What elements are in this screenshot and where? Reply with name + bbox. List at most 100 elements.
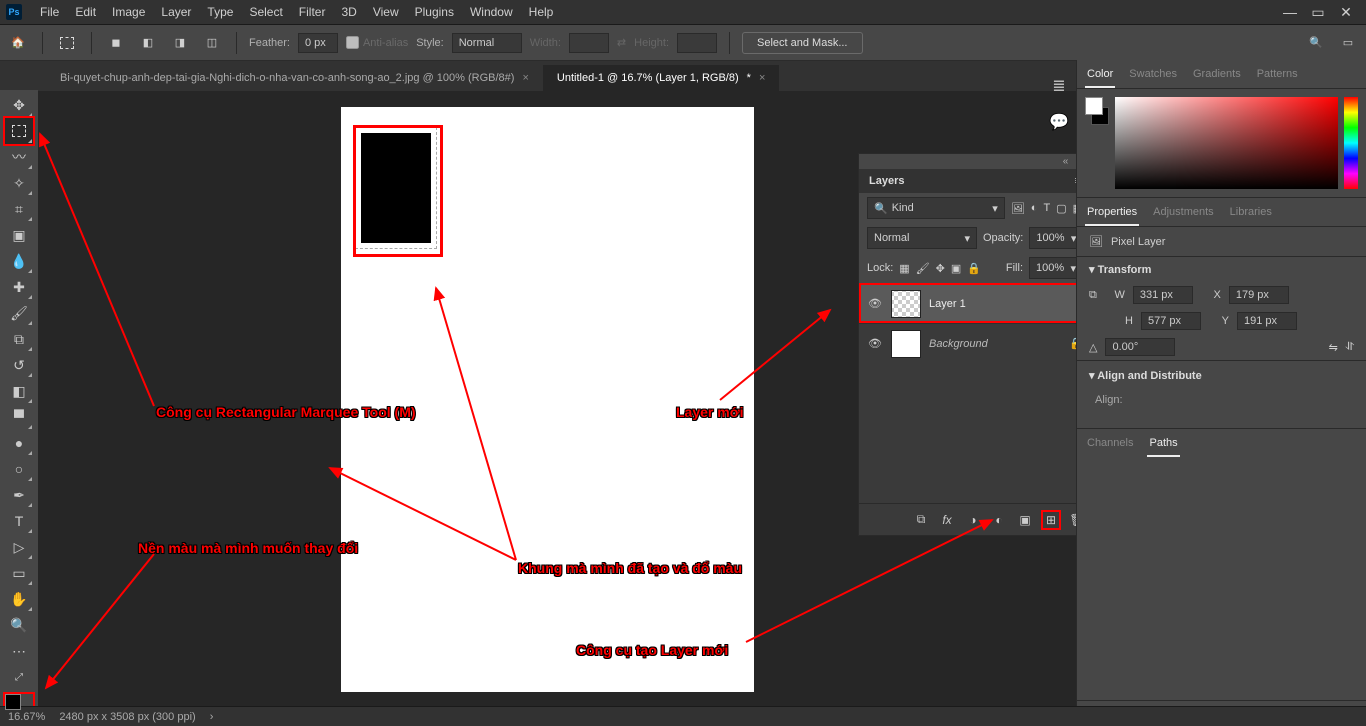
window-restore-icon[interactable]: ▭ (1304, 4, 1332, 21)
style-select[interactable]: Normal (452, 33, 522, 53)
tab-patterns[interactable]: Patterns (1255, 64, 1300, 88)
menu-edit[interactable]: Edit (67, 5, 104, 19)
layer-name[interactable]: Layer 1 (929, 298, 1083, 310)
edit-toolbar-icon[interactable]: ⋯ (5, 638, 33, 664)
filter-adjust-icon[interactable]: ◐ (1031, 202, 1038, 214)
home-icon[interactable]: 🏠 (6, 31, 30, 55)
select-and-mask-button[interactable]: Select and Mask... (742, 32, 863, 54)
zoom-tool-icon[interactable]: 🔍 (5, 612, 33, 638)
statusbar-more-icon[interactable]: › (210, 711, 214, 723)
lasso-tool-icon[interactable]: 〰 (5, 144, 33, 170)
feather-field[interactable]: 0 px (298, 33, 338, 53)
selection-subtract-icon[interactable]: ◨ (168, 31, 192, 55)
hue-slider[interactable] (1344, 97, 1358, 189)
move-tool-icon[interactable]: ✥ (5, 92, 33, 118)
lock-all-icon[interactable]: 🔒 (967, 262, 981, 275)
frame-tool-icon[interactable]: ▣ (5, 222, 33, 248)
history-brush-tool-icon[interactable]: ↺ (5, 352, 33, 378)
flip-h-icon[interactable]: ⇋ (1329, 341, 1338, 354)
link-wh-icon[interactable]: ⧉ (1089, 289, 1097, 302)
selection-add-icon[interactable]: ◧ (136, 31, 160, 55)
tab-color[interactable]: Color (1085, 64, 1115, 88)
lock-transparency-icon[interactable]: ▦ (899, 262, 909, 275)
angle-value[interactable]: 0.00° (1105, 338, 1175, 356)
visibility-icon[interactable]: 👁 (867, 297, 883, 310)
history-panel-icon[interactable]: ≣ (1052, 76, 1065, 96)
menu-image[interactable]: Image (104, 5, 153, 19)
search-icon[interactable]: 🔍 (1304, 31, 1328, 55)
lock-artboard-icon[interactable]: ▣ (951, 262, 961, 275)
menu-view[interactable]: View (365, 5, 407, 19)
filter-pixel-icon[interactable]: 🖼 (1011, 202, 1025, 215)
menu-file[interactable]: File (32, 5, 67, 19)
tab-properties[interactable]: Properties (1085, 202, 1139, 226)
tab-channels[interactable]: Channels (1085, 433, 1135, 457)
tool-preset-icon[interactable] (55, 31, 79, 55)
color-cube[interactable] (1115, 97, 1338, 189)
layer-row[interactable]: 👁 Background 🔒 (859, 323, 1091, 363)
tab-gradients[interactable]: Gradients (1191, 64, 1243, 88)
menu-help[interactable]: Help (521, 5, 562, 19)
magic-wand-tool-icon[interactable]: ✧ (5, 170, 33, 196)
blur-tool-icon[interactable]: ● (5, 430, 33, 456)
window-minimize-icon[interactable]: ― (1276, 4, 1304, 20)
close-tab-icon[interactable]: × (522, 72, 528, 84)
layer-row-selected[interactable]: 👁 Layer 1 (859, 283, 1091, 323)
document-tab[interactable]: Bi-quyet-chup-anh-dep-tai-gia-Nghi-dich-… (46, 65, 543, 91)
lock-image-icon[interactable]: 🖌 (916, 262, 930, 275)
comments-panel-icon[interactable]: 💬 (1049, 112, 1069, 132)
crop-tool-icon[interactable]: ⌗ (5, 196, 33, 222)
eraser-tool-icon[interactable]: ◧ (5, 378, 33, 404)
visibility-icon[interactable]: 👁 (867, 337, 883, 350)
workspace-icon[interactable]: ▭ (1336, 31, 1360, 55)
layer-group-icon[interactable]: ▣ (1017, 512, 1033, 528)
x-value[interactable]: 179 px (1229, 286, 1289, 304)
layer-mask-icon[interactable]: ◑ (965, 512, 981, 528)
tab-adjustments[interactable]: Adjustments (1151, 202, 1216, 226)
menu-select[interactable]: Select (241, 5, 290, 19)
filter-kind-select[interactable]: 🔍 Kind ▾ (867, 197, 1005, 219)
menu-3d[interactable]: 3D (333, 5, 364, 19)
tab-swatches[interactable]: Swatches (1127, 64, 1179, 88)
tab-paths[interactable]: Paths (1147, 433, 1179, 457)
adjustment-layer-icon[interactable]: ◐ (991, 512, 1007, 528)
link-layers-icon[interactable]: ⧉ (913, 512, 929, 528)
filter-type-icon[interactable]: T (1043, 202, 1050, 214)
clone-stamp-tool-icon[interactable]: ⧉ (5, 326, 33, 352)
window-close-icon[interactable]: ✕ (1332, 4, 1360, 21)
width-value[interactable]: 331 px (1133, 286, 1193, 304)
healing-tool-icon[interactable]: ✚ (5, 274, 33, 300)
zoom-value[interactable]: 16.67% (8, 711, 45, 723)
shape-tool-icon[interactable]: ▭ (5, 560, 33, 586)
brush-tool-icon[interactable]: 🖌 (5, 300, 33, 326)
eyedropper-tool-icon[interactable]: 💧 (5, 248, 33, 274)
hand-tool-icon[interactable]: ✋ (5, 586, 33, 612)
menu-layer[interactable]: Layer (153, 5, 199, 19)
layer-fx-icon[interactable]: fx (939, 512, 955, 528)
selection-new-icon[interactable]: ◼ (104, 31, 128, 55)
layer-thumbnail[interactable] (891, 330, 921, 358)
foreground-color[interactable] (5, 694, 21, 710)
type-tool-icon[interactable]: T (5, 508, 33, 534)
fill-field[interactable]: 100%▾ (1029, 257, 1083, 279)
menu-window[interactable]: Window (462, 5, 521, 19)
y-value[interactable]: 191 px (1237, 312, 1297, 330)
layer-thumbnail[interactable] (891, 290, 921, 318)
layer-name[interactable]: Background (929, 338, 1061, 350)
filter-shape-icon[interactable]: ▢ (1056, 202, 1066, 215)
height-value[interactable]: 577 px (1141, 312, 1201, 330)
close-tab-icon[interactable]: × (759, 72, 765, 84)
document-tab-active[interactable]: Untitled-1 @ 16.7% (Layer 1, RGB/8)*× (543, 65, 779, 91)
swap-colors-icon[interactable]: ⤢ (5, 664, 33, 690)
blend-mode-select[interactable]: Normal▾ (867, 227, 977, 249)
menu-type[interactable]: Type (199, 5, 241, 19)
canvas-page[interactable] (341, 107, 754, 692)
color-picker-swatches[interactable] (1085, 97, 1109, 189)
lock-position-icon[interactable]: ✥ (936, 262, 945, 275)
flip-v-icon[interactable]: ⥯ (1346, 341, 1354, 354)
dodge-tool-icon[interactable]: ○ (5, 456, 33, 482)
tab-libraries[interactable]: Libraries (1228, 202, 1274, 226)
pen-tool-icon[interactable]: ✒ (5, 482, 33, 508)
marquee-tool-icon[interactable] (5, 118, 33, 144)
gradient-tool-icon[interactable]: ▀ (5, 404, 33, 430)
